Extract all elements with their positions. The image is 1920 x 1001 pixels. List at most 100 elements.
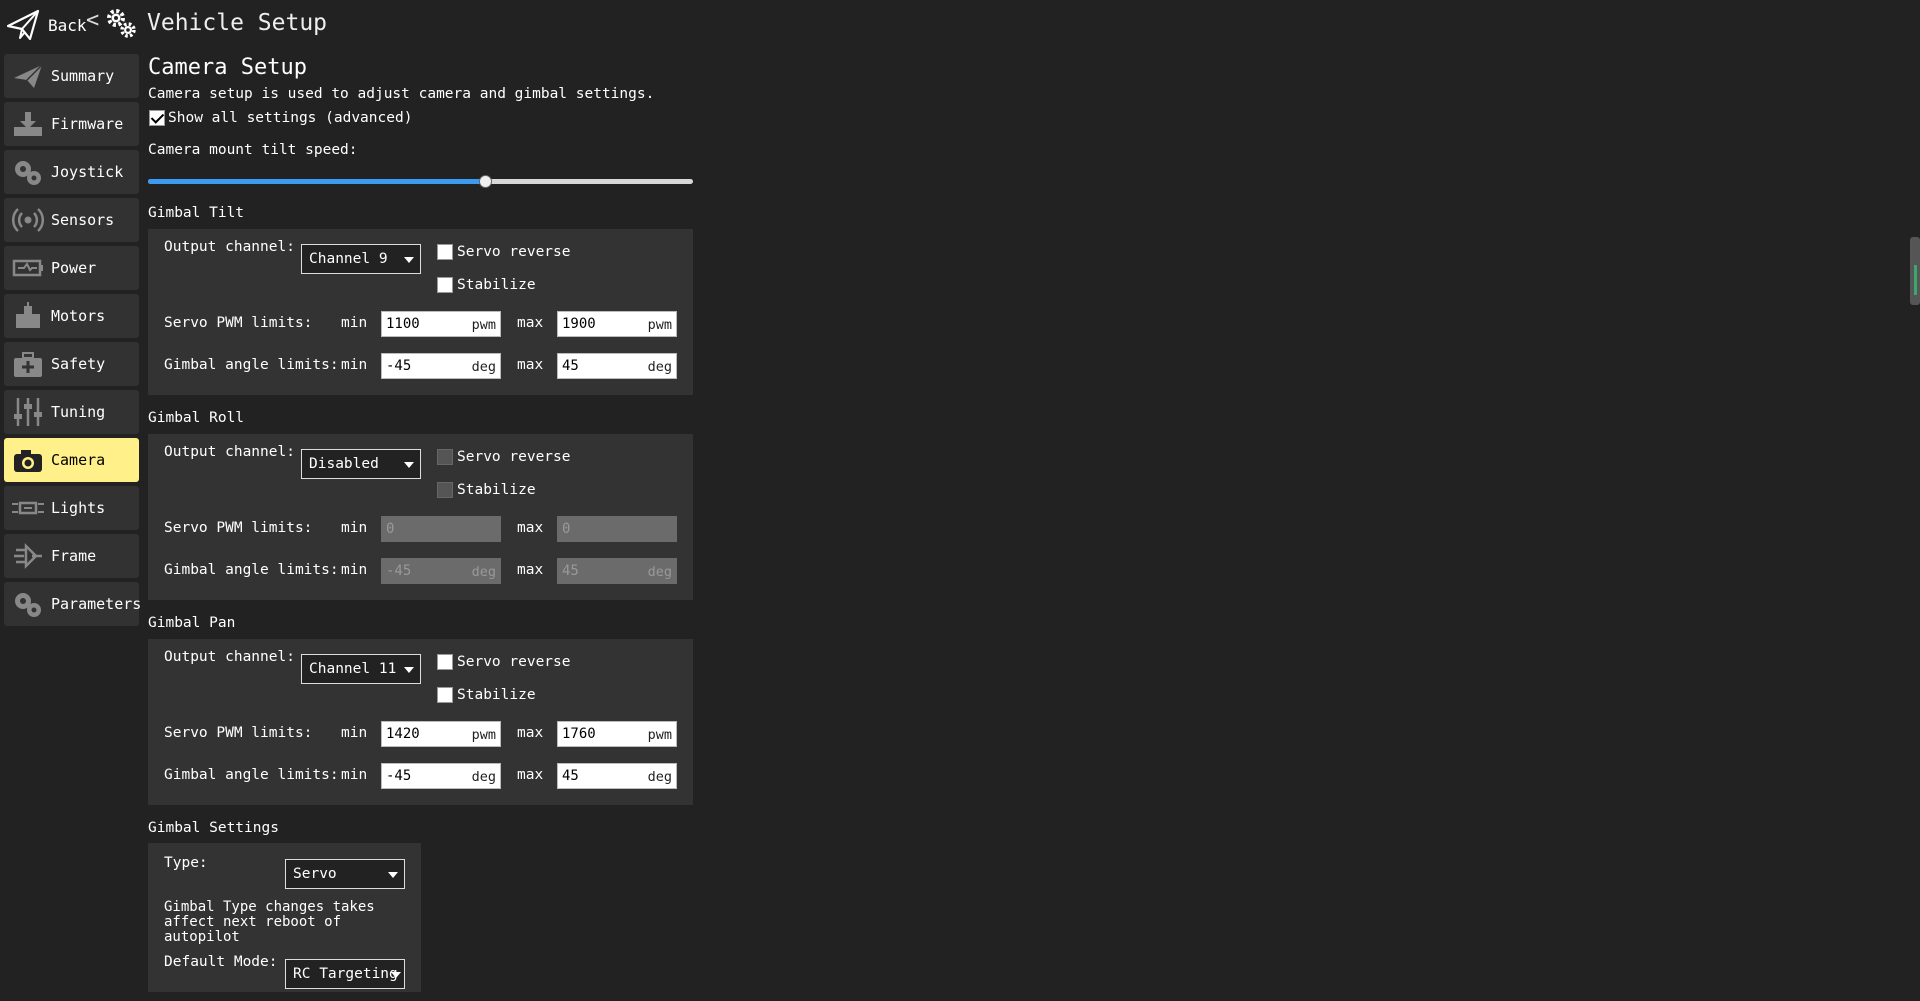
sidebar-item-label: Summary bbox=[51, 67, 115, 85]
sidebar-item-frame[interactable]: Frame bbox=[4, 534, 139, 578]
sidebar-item-label: Joystick bbox=[51, 163, 124, 181]
gimbal-roll-angle-max-field: 45 deg bbox=[557, 558, 677, 584]
unit-label: deg bbox=[471, 564, 496, 580]
paper-plane-icon bbox=[14, 64, 43, 88]
show-all-settings-label: Show all settings (advanced) bbox=[168, 110, 413, 126]
gimbal-tilt-channel-combo[interactable]: Channel 9 bbox=[301, 244, 421, 274]
gimbal-pan-title: Gimbal Pan bbox=[148, 615, 236, 631]
gimbal-pan-stabilize-checkbox[interactable] bbox=[437, 687, 453, 703]
sidebar-item-motors[interactable]: Motors bbox=[4, 294, 139, 338]
gimbal-angle-limits-label: Gimbal angle limits: bbox=[164, 767, 339, 783]
max-label: max bbox=[517, 315, 544, 331]
show-all-settings-checkbox[interactable] bbox=[149, 110, 165, 126]
gimbal-pan-channel-combo[interactable]: Channel 11 bbox=[301, 654, 421, 684]
gimbal-tilt-panel: Output channel: Channel 9 Servo reverse Sta… bbox=[148, 229, 693, 395]
frame-icon bbox=[14, 542, 42, 570]
sliders-icon bbox=[14, 398, 42, 426]
gimbal-tilt-servo-reverse-checkbox[interactable] bbox=[437, 244, 453, 260]
min-label: min bbox=[341, 357, 368, 373]
unit-label: deg bbox=[647, 769, 672, 785]
camera-icon bbox=[14, 450, 42, 472]
chevron-down-icon bbox=[391, 972, 401, 978]
gimbal-tilt-title: Gimbal Tilt bbox=[148, 205, 245, 221]
gimbal-tilt-pwm-min-field[interactable]: 1100 pwm bbox=[381, 311, 501, 337]
max-label: max bbox=[517, 357, 544, 373]
gimbal-tilt-stabilize-checkbox[interactable] bbox=[437, 277, 453, 293]
sidebar-item-power[interactable]: Power bbox=[4, 246, 139, 290]
sidebar-item-label: Tuning bbox=[51, 403, 106, 421]
sidebar-item-joystick[interactable]: Joystick bbox=[4, 150, 139, 194]
gimbal-type-combo[interactable]: Servo bbox=[285, 859, 405, 889]
motor-icon bbox=[16, 302, 40, 328]
battery-icon bbox=[12, 259, 43, 277]
gimbal-type-note-line: affect next reboot of bbox=[164, 914, 342, 930]
default-mode-combo[interactable]: RC Targeting bbox=[285, 959, 405, 989]
gimbal-roll-servo-reverse-checkbox bbox=[437, 449, 453, 465]
field-value: 1100 bbox=[386, 316, 420, 332]
channel-value: Disabled bbox=[309, 456, 379, 472]
back-button[interactable]: Back bbox=[6, 6, 87, 44]
sidebar-item-firmware[interactable]: Firmware bbox=[4, 102, 139, 146]
tilt-speed-slider-handle[interactable] bbox=[479, 175, 492, 188]
sidebar-item-label: Power bbox=[51, 259, 97, 277]
breadcrumb-separator: < bbox=[86, 8, 100, 33]
sidebar-item-label: Camera bbox=[51, 451, 106, 469]
unit-label: deg bbox=[471, 769, 496, 785]
chevron-down-icon bbox=[404, 667, 414, 673]
gimbal-pan-pwm-max-field[interactable]: 1760 pwm bbox=[557, 721, 677, 747]
gimbal-pan-angle-max-field[interactable]: 45 deg bbox=[557, 763, 677, 789]
sidebar-item-sensors[interactable]: Sensors bbox=[4, 198, 139, 242]
min-label: min bbox=[341, 520, 368, 536]
gears-icon bbox=[15, 161, 41, 185]
unit-label: deg bbox=[471, 359, 496, 375]
servo-pwm-limits-label: Servo PWM limits: bbox=[164, 725, 313, 741]
paper-plane-icon bbox=[6, 9, 40, 41]
servo-pwm-limits-label: Servo PWM limits: bbox=[164, 520, 313, 536]
radio-waves-icon bbox=[12, 208, 44, 232]
default-mode-value: RC Targeting bbox=[293, 966, 398, 982]
sidebar-item-label: Firmware bbox=[51, 115, 124, 133]
sidebar-item-camera[interactable]: Camera bbox=[4, 438, 139, 482]
gimbal-roll-channel-combo[interactable]: Disabled bbox=[301, 449, 421, 479]
servo-reverse-label: Servo reverse bbox=[457, 244, 571, 260]
page-title: Vehicle Setup bbox=[147, 10, 328, 36]
sidebar-item-label: Frame bbox=[51, 547, 97, 565]
min-label: min bbox=[341, 562, 368, 578]
gimbal-pan-pwm-min-field[interactable]: 1420 pwm bbox=[381, 721, 501, 747]
gimbal-pan-angle-min-field[interactable]: -45 deg bbox=[381, 763, 501, 789]
gimbal-roll-pwm-max-field: 0 bbox=[557, 516, 677, 542]
gimbal-tilt-angle-max-field[interactable]: 45 deg bbox=[557, 353, 677, 379]
gimbal-roll-pwm-min-field: 0 bbox=[381, 516, 501, 542]
output-channel-label: Output channel: bbox=[164, 444, 295, 460]
max-label: max bbox=[517, 520, 544, 536]
output-channel-label: Output channel: bbox=[164, 649, 295, 665]
sidebar-item-lights[interactable]: Lights bbox=[4, 486, 139, 530]
max-label: max bbox=[517, 767, 544, 783]
gimbal-type-note-line: Gimbal Type changes takes bbox=[164, 899, 375, 915]
field-value: 45 bbox=[562, 563, 579, 579]
sidebar-item-label: Safety bbox=[51, 355, 106, 373]
gimbal-tilt-angle-min-field[interactable]: -45 deg bbox=[381, 353, 501, 379]
section-heading: Camera Setup bbox=[148, 55, 307, 80]
servo-pwm-limits-label: Servo PWM limits: bbox=[164, 315, 313, 331]
gimbal-pan-servo-reverse-checkbox[interactable] bbox=[437, 654, 453, 670]
gimbal-angle-limits-label: Gimbal angle limits: bbox=[164, 357, 339, 373]
gimbal-tilt-pwm-max-field[interactable]: 1900 pwm bbox=[557, 311, 677, 337]
sidebar-item-safety[interactable]: Safety bbox=[4, 342, 139, 386]
channel-value: Channel 11 bbox=[309, 661, 397, 677]
sidebar-item-label: Sensors bbox=[51, 211, 115, 229]
gimbal-roll-stabilize-checkbox bbox=[437, 482, 453, 498]
min-label: min bbox=[341, 767, 368, 783]
max-label: max bbox=[517, 725, 544, 741]
sidebar-item-parameters[interactable]: Parameters bbox=[4, 582, 142, 626]
sidebar-item-label: Lights bbox=[51, 499, 106, 517]
header-bar: Back < Vehicle Setup bbox=[0, 0, 1920, 52]
stabilize-label: Stabilize bbox=[457, 687, 536, 703]
gears-icon bbox=[107, 9, 136, 38]
sidebar-item-tuning[interactable]: Tuning bbox=[4, 390, 139, 434]
sidebar-item-summary[interactable]: Summary bbox=[4, 54, 139, 98]
tilt-speed-slider-fill bbox=[148, 179, 486, 184]
download-icon bbox=[14, 112, 42, 136]
sidebar-item-label: Parameters bbox=[51, 595, 142, 613]
max-label: max bbox=[517, 562, 544, 578]
